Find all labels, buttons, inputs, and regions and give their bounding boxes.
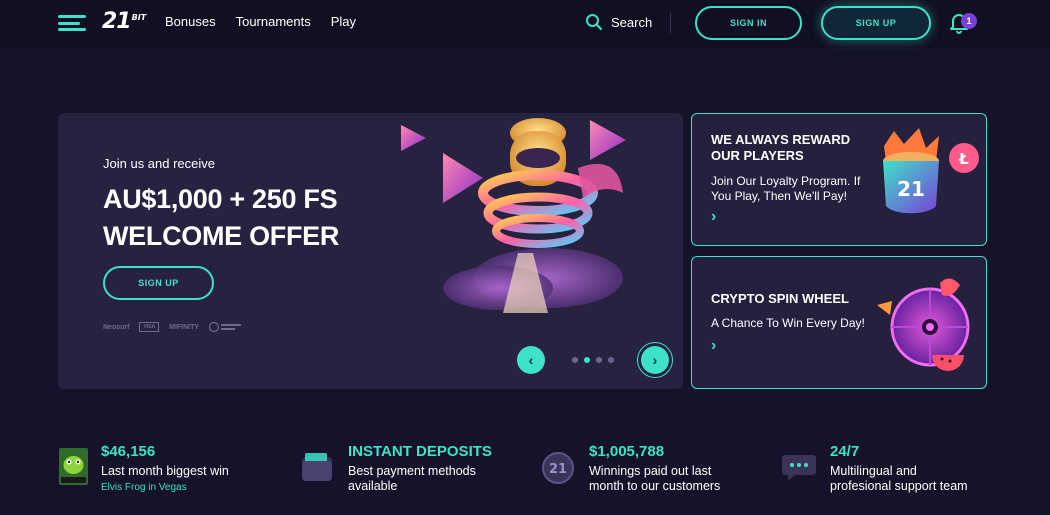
loyalty-card-title: WE ALWAYS REWARD OUR PLAYERS (711, 132, 850, 164)
slider-prev-button[interactable]: ‹ (517, 346, 545, 374)
nav-bonuses[interactable]: Bonuses (165, 14, 216, 29)
stat-winnings-paid: $1,005,788 Winnings paid out last month … (589, 443, 720, 494)
search-button[interactable]: Search (585, 13, 652, 31)
logo-text: 21 (102, 9, 132, 34)
logo-suffix: BIT (131, 13, 147, 22)
sign-in-button[interactable]: SIGN IN (695, 6, 802, 40)
site-logo[interactable]: 21BIT (102, 9, 146, 34)
mifinity-logo: MIFINITY (169, 323, 200, 331)
visa-logo: VISA (139, 322, 160, 332)
slider-dot[interactable] (608, 357, 614, 363)
coin-21-icon: 21 (542, 452, 574, 484)
spin-card-text: A Chance To Win Every Day! (711, 316, 865, 330)
hero-banner: Join us and receive AU$1,000 + 250 FS WE… (58, 113, 683, 389)
stat-description-line1: Multilingual and (830, 464, 917, 478)
hero-subtitle: Join us and receive (103, 156, 216, 171)
elvis-frog-game-thumbnail[interactable] (59, 448, 88, 485)
wallet-icon (302, 453, 332, 481)
nav-tournaments[interactable]: Tournaments (236, 14, 311, 29)
hero-character-illustration (401, 118, 626, 313)
neosurf-logo: Neosurf (103, 323, 130, 331)
stat-description: Last month biggest win (101, 464, 229, 478)
sign-up-button[interactable]: SIGN UP (821, 6, 931, 40)
main-nav: Bonuses Tournaments Play (165, 14, 356, 29)
stat-description-line2: month to our customers (589, 479, 721, 493)
hero-title-line1: AU$1,000 + 250 FS (103, 184, 338, 214)
stat-value: 24/7 (830, 443, 860, 460)
loyalty-card[interactable]: WE ALWAYS REWARD OUR PLAYERS Join Our Lo… (691, 113, 987, 246)
hero-title: AU$1,000 + 250 FS WELCOME OFFER (103, 181, 339, 255)
stat-value: $1,005,788 (589, 443, 665, 460)
loyalty-coin-illustration: 21 Ł (883, 128, 979, 214)
loyalty-text-line2: You Play, Then We'll Pay! (711, 189, 847, 203)
notification-badge: 1 (961, 13, 977, 29)
top-header: 21BIT Bonuses Tournaments Play Search SI… (0, 0, 1050, 48)
stat-value: INSTANT DEPOSITS (348, 443, 492, 460)
hero-title-line2: WELCOME OFFER (103, 221, 340, 251)
spin-card-title: CRYPTO SPIN WHEEL (711, 291, 849, 306)
menu-icon[interactable] (58, 15, 86, 31)
stat-description-line1: Best payment methods (348, 464, 476, 478)
hero-sign-up-button[interactable]: SIGN UP (103, 266, 214, 300)
cashlib-logo (209, 321, 242, 333)
svg-text:21: 21 (897, 177, 925, 201)
chevron-right-icon[interactable]: › (711, 208, 716, 226)
chevron-right-icon[interactable]: › (711, 337, 716, 355)
loyalty-card-text: Join Our Loyalty Program. If You Play, T… (711, 174, 860, 204)
stat-description-line2: available (348, 479, 398, 493)
svg-text:21: 21 (549, 462, 567, 477)
slider-next-button[interactable]: › (641, 346, 669, 374)
loyalty-title-line1: WE ALWAYS REWARD (711, 132, 851, 147)
stat-support: 24/7 Multilingual and profesional suppor… (830, 443, 968, 494)
nav-play[interactable]: Play (331, 14, 356, 29)
stat-game-link[interactable]: Elvis Frog in Vegas (101, 482, 229, 493)
slider-dot[interactable] (572, 357, 578, 363)
crypto-spin-card[interactable]: CRYPTO SPIN WHEEL A Chance To Win Every … (691, 256, 987, 389)
stat-value: $46,156 (101, 443, 156, 460)
search-icon (586, 14, 603, 31)
stat-instant-deposits: INSTANT DEPOSITS Best payment methods av… (348, 443, 492, 494)
slider-dots (572, 357, 614, 363)
header-divider (670, 13, 671, 33)
loyalty-text-line1: Join Our Loyalty Program. If (711, 174, 861, 188)
slider-dot-active[interactable] (584, 357, 590, 363)
slider-dot[interactable] (596, 357, 602, 363)
loyalty-title-line2: OUR PLAYERS (711, 148, 804, 163)
stat-description-line1: Winnings paid out last (589, 464, 712, 478)
search-label: Search (611, 14, 653, 30)
stat-description-line2: profesional support team (830, 479, 968, 493)
payment-logos: Neosurf VISA MIFINITY (103, 321, 243, 333)
svg-text:Ł: Ł (958, 150, 969, 168)
stat-biggest-win: $46,156 Last month biggest win Elvis Fro… (101, 443, 229, 493)
chat-bubble-icon (782, 455, 816, 481)
spin-wheel-illustration (877, 278, 970, 371)
